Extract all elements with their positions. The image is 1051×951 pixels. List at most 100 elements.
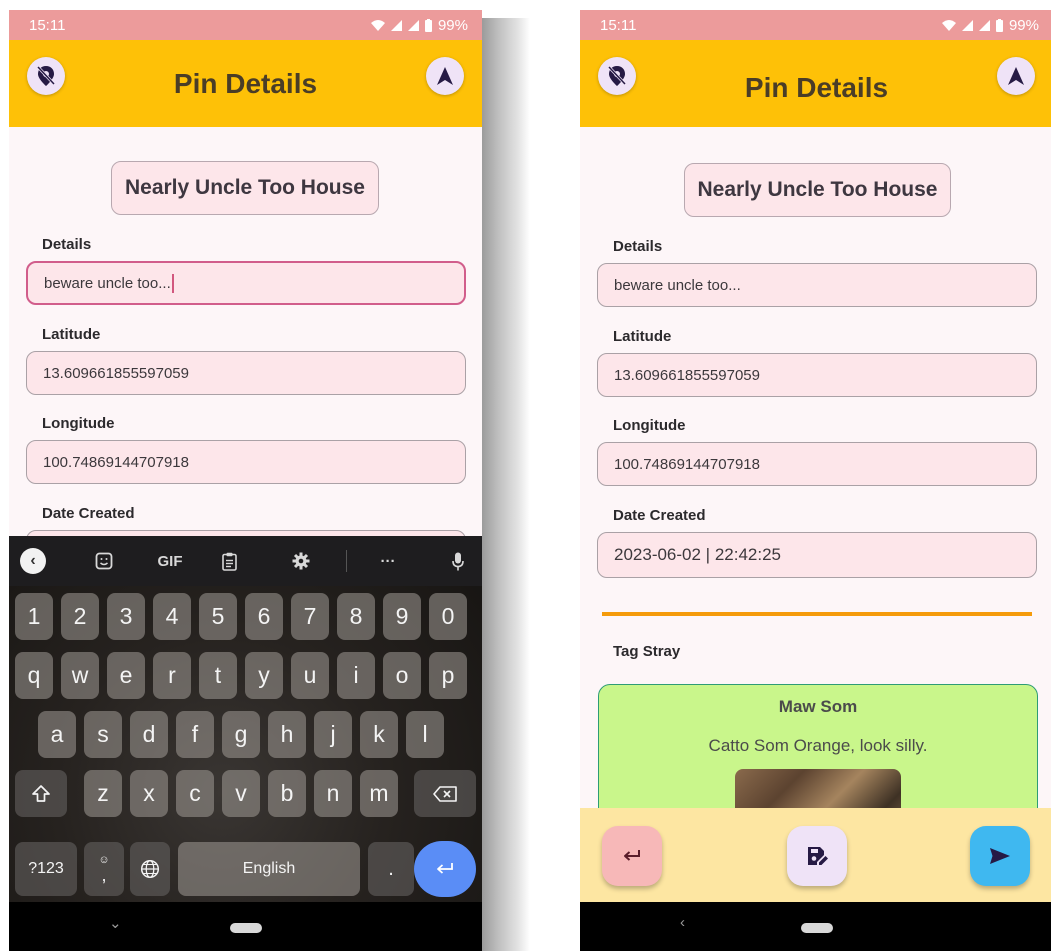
sticker-button[interactable] [91,536,117,586]
longitude-input[interactable]: 100.74869144707918 [597,442,1037,486]
home-pill[interactable] [230,923,262,933]
wifi-icon [370,19,385,31]
key-v[interactable]: v [222,770,260,817]
phone-right-screen: 15:11 99% Pin Details Nearly Uncle Too H… [580,10,1051,951]
key-b[interactable]: b [268,770,306,817]
back-nav-icon[interactable]: ‹ [680,914,685,931]
system-nav-bar: ⌄ [9,902,482,951]
chevron-left-icon: ‹ [20,548,46,574]
key-i[interactable]: i [337,652,375,699]
keyboard-back-button[interactable]: ‹ [20,536,46,586]
key-g[interactable]: g [222,711,260,758]
section-divider [602,612,1032,616]
key-m[interactable]: m [360,770,398,817]
space-key[interactable]: English [178,842,360,896]
battery-icon [424,18,432,32]
stray-description: Catto Som Orange, look silly. [708,736,928,755]
symbols-key[interactable]: ?123 [15,842,77,896]
navigate-button[interactable] [426,57,464,95]
language-switch-key[interactable] [130,842,170,896]
backspace-icon [433,785,457,802]
key-q[interactable]: q [15,652,53,699]
key-e[interactable]: e [107,652,145,699]
key-t[interactable]: t [199,652,237,699]
keyboard-settings-button[interactable] [288,536,314,586]
gif-button[interactable]: GIF [153,536,187,586]
return-arrow-icon [624,850,640,861]
pin-name-field[interactable]: Nearly Uncle Too House [111,161,379,215]
date-created-input[interactable]: 2023-06-02 | 22:42:25 [597,532,1037,578]
sticker-icon [95,552,113,570]
signal-icon [407,19,419,31]
details-label: Details [42,236,92,253]
signal-icon [978,19,990,31]
status-time: 15:11 [600,16,637,34]
key-r[interactable]: r [153,652,191,699]
key-h[interactable]: h [268,711,306,758]
key-d[interactable]: d [130,711,168,758]
key-z[interactable]: z [84,770,122,817]
clipboard-button[interactable] [216,536,242,586]
gear-icon [292,552,310,570]
home-pill[interactable] [801,923,833,933]
key-n[interactable]: n [314,770,352,817]
keyboard-toolbar: ‹ GIF ··· [9,536,482,586]
emoji-icon: ☺ [98,853,110,866]
latitude-label: Latitude [42,326,101,343]
details-input[interactable]: beware uncle too... [26,261,466,305]
enter-key[interactable] [414,841,476,897]
save-button[interactable] [787,826,847,886]
latitude-input[interactable]: 13.609661855597059 [26,351,466,395]
key-x[interactable]: x [130,770,168,817]
shift-key[interactable] [15,770,67,817]
emoji-comma-key[interactable]: ☺ , [84,842,124,896]
voice-input-button[interactable] [445,536,471,586]
details-input[interactable]: beware uncle too... [597,263,1037,307]
key-w[interactable]: w [61,652,99,699]
key-o[interactable]: o [383,652,421,699]
key-5[interactable]: 5 [199,593,237,640]
status-icons: 99% [370,17,468,34]
latitude-input[interactable]: 13.609661855597059 [597,353,1037,397]
navigate-button[interactable] [997,57,1035,95]
wifi-icon [941,19,956,31]
key-j[interactable]: j [314,711,352,758]
page-title: Pin Details [744,72,889,103]
key-u[interactable]: u [291,652,329,699]
key-f[interactable]: f [176,711,214,758]
backspace-key[interactable] [414,770,476,817]
key-8[interactable]: 8 [337,593,375,640]
tag-stray-label: Tag Stray [613,643,681,660]
details-value: beware uncle too... [44,274,171,292]
key-7[interactable]: 7 [291,593,329,640]
key-k[interactable]: k [360,711,398,758]
latitude-label: Latitude [613,328,672,345]
microphone-icon [452,552,464,570]
longitude-input[interactable]: 100.74869144707918 [26,440,466,484]
key-a[interactable]: a [38,711,76,758]
more-options-button[interactable]: ··· [375,536,401,586]
key-9[interactable]: 9 [383,593,421,640]
longitude-label: Longitude [42,415,115,432]
longitude-label: Longitude [613,417,686,434]
key-y[interactable]: y [245,652,283,699]
key-0[interactable]: 0 [429,593,467,640]
key-4[interactable]: 4 [153,593,191,640]
key-1[interactable]: 1 [15,593,53,640]
app-bar: Pin Details [9,40,482,127]
battery-icon [995,18,1003,32]
key-6[interactable]: 6 [245,593,283,640]
hide-keyboard-chevron-icon[interactable]: ⌄ [109,914,122,932]
status-bar: 15:11 99% [580,10,1051,40]
back-button[interactable] [602,826,662,886]
key-c[interactable]: c [176,770,214,817]
key-s[interactable]: s [84,711,122,758]
key-l[interactable]: l [406,711,444,758]
key-2[interactable]: 2 [61,593,99,640]
save-edit-icon [808,847,828,865]
send-button[interactable] [970,826,1030,886]
key-p[interactable]: p [429,652,467,699]
period-key[interactable]: . [368,842,414,896]
key-3[interactable]: 3 [107,593,145,640]
pin-name-field[interactable]: Nearly Uncle Too House [684,163,951,217]
